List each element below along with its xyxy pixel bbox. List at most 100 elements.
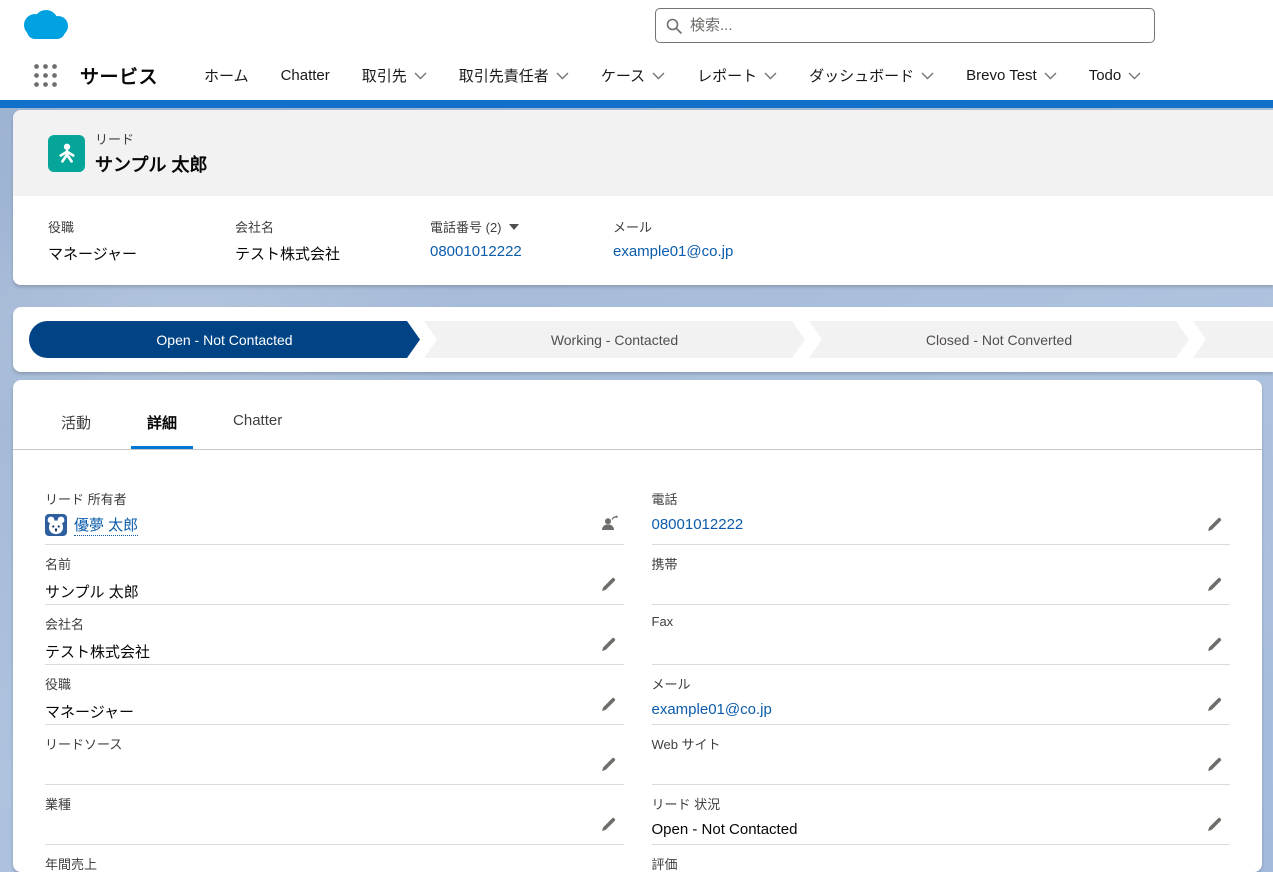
path-stage-working-contacted[interactable]: Working - Contacted	[424, 321, 805, 358]
edit-company-icon[interactable]	[601, 637, 616, 651]
path-stage-closed-not-converted[interactable]: Closed - Not Converted	[809, 321, 1189, 358]
highlight-label: 会社名	[235, 220, 275, 235]
field-label: リードソース	[45, 737, 123, 752]
edit-email-icon[interactable]	[1208, 697, 1222, 711]
change-owner-icon[interactable]	[600, 515, 618, 531]
field-email: メール example01@co.jp	[651, 665, 1230, 725]
field-label: 業種	[45, 797, 72, 812]
nav-tab-label: Chatter	[280, 66, 330, 84]
edit-lead-status-icon[interactable]	[1208, 817, 1222, 831]
record-name: サンプル 太郎	[95, 155, 208, 175]
tab-details[interactable]: 詳細	[131, 412, 194, 449]
field-mobile: 携帯	[651, 545, 1231, 605]
field-value	[652, 581, 1231, 601]
nav-tab-reports[interactable]: レポート	[697, 65, 777, 86]
edit-mobile-icon[interactable]	[1208, 577, 1222, 591]
record-header-card: リード サンプル 太郎 役職 マネージャー 会社名 テスト株式会社 電話番号 (…	[13, 110, 1273, 285]
field-label: 役職	[45, 677, 72, 692]
edit-title-icon[interactable]	[601, 697, 616, 711]
search-input[interactable]	[690, 17, 1144, 34]
edit-website-icon[interactable]	[1208, 757, 1222, 771]
field-phone: 電話 08001012222	[651, 480, 1230, 545]
highlight-label: 電話番号 (2)	[430, 220, 502, 235]
field-fax: Fax	[651, 605, 1231, 665]
field-value	[45, 821, 624, 841]
global-search[interactable]	[655, 8, 1155, 43]
nav-tab-home[interactable]: ホーム	[204, 65, 249, 86]
highlight-email: メール example01@co.jp	[613, 217, 749, 285]
field-label: Web サイト	[651, 737, 721, 752]
tab-activity[interactable]: 活動	[45, 412, 107, 449]
field-label: メール	[651, 677, 691, 692]
field-rating: 評価	[652, 845, 1231, 872]
highlight-company: 会社名 テスト株式会社	[235, 217, 430, 285]
email-link[interactable]: example01@co.jp	[613, 243, 733, 260]
field-industry: 業種	[45, 785, 624, 845]
nav-tab-label: レポート	[697, 67, 758, 85]
tab-chatter[interactable]: Chatter	[217, 412, 298, 449]
edit-lead-source-icon[interactable]	[601, 757, 616, 771]
app-name: サービス	[80, 66, 159, 88]
field-lead-status: リード 状況 Open - Not Contacted	[651, 785, 1230, 845]
phone-link[interactable]: 08001012222	[430, 243, 522, 260]
nav-tab-label: ケース	[600, 67, 646, 85]
edit-industry-icon[interactable]	[601, 817, 616, 831]
field-value	[45, 761, 624, 781]
nav-tabs: ホーム Chatter 取引先 取引先責任者 ケース レポート ダッシュボード …	[204, 65, 1141, 86]
details-form: リード 所有者 優夢 太郎 電話 08001012222 名前 サンプル 太郎 …	[13, 450, 1262, 872]
highlight-title: 役職 マネージャー	[48, 217, 235, 285]
edit-fax-icon[interactable]	[1208, 637, 1222, 651]
field-label: リード 所有者	[45, 492, 127, 507]
field-company: 会社名 テスト株式会社	[45, 605, 624, 665]
nav-divider-bar	[0, 100, 1273, 108]
nav-tab-dashboards[interactable]: ダッシュボード	[809, 65, 934, 86]
chevron-down-icon[interactable]	[1044, 72, 1057, 80]
path-stage-open-not-contacted[interactable]: Open - Not Contacted	[29, 321, 420, 358]
nav-tab-label: 取引先責任者	[458, 67, 549, 85]
chevron-down-icon[interactable]	[652, 72, 665, 80]
nav-tab-accounts[interactable]: 取引先	[362, 65, 427, 86]
email-value-link[interactable]: example01@co.jp	[652, 701, 772, 718]
nav-tab-contacts[interactable]: 取引先責任者	[459, 65, 569, 86]
field-label: 名前	[45, 557, 72, 572]
nav-tab-brevo-test[interactable]: Brevo Test	[966, 67, 1057, 84]
edit-phone-icon[interactable]	[1208, 517, 1222, 531]
field-name: 名前 サンプル 太郎	[45, 545, 624, 605]
chevron-down-icon[interactable]	[1128, 72, 1141, 80]
nav-tab-cases[interactable]: ケース	[601, 65, 665, 86]
sales-path-card: Open - Not Contacted Working - Contacted…	[13, 307, 1273, 372]
lead-object-icon	[48, 134, 85, 172]
nav-tab-label: 取引先	[361, 67, 407, 85]
phone-value-link[interactable]: 08001012222	[652, 516, 744, 533]
nav-tab-label: ホーム	[204, 67, 249, 85]
app-nav-bar: サービス ホーム Chatter 取引先 取引先責任者 ケース レポート ダッシ…	[0, 50, 1273, 100]
field-label: 評価	[651, 857, 678, 872]
field-label: 会社名	[45, 617, 85, 632]
record-header-top: リード サンプル 太郎	[13, 110, 1273, 196]
chevron-down-icon[interactable]	[764, 72, 777, 80]
field-label: 携帯	[651, 557, 678, 572]
highlight-phone: 電話番号 (2) 08001012222	[430, 217, 613, 285]
field-label: 電話	[651, 492, 678, 507]
field-value	[652, 637, 1231, 657]
field-label: 年間売上	[45, 857, 98, 872]
phone-dropdown-icon[interactable]	[508, 223, 519, 230]
nav-tab-todo[interactable]: Todo	[1089, 67, 1142, 84]
path-stage-next[interactable]	[1193, 321, 1273, 358]
edit-name-icon[interactable]	[601, 577, 616, 591]
global-header	[0, 0, 1273, 50]
app-launcher-icon[interactable]	[32, 62, 58, 88]
field-label: Fax	[651, 614, 674, 629]
chevron-down-icon[interactable]	[921, 72, 934, 80]
field-title: 役職 マネージャー	[45, 665, 624, 725]
field-value: Open - Not Contacted	[651, 821, 798, 838]
owner-link[interactable]: 優夢 太郎	[74, 514, 139, 536]
nav-tab-chatter[interactable]: Chatter	[281, 67, 330, 84]
chevron-down-icon[interactable]	[556, 72, 569, 80]
field-lead-source: リードソース	[45, 725, 624, 785]
field-lead-owner: リード 所有者 優夢 太郎	[45, 480, 624, 545]
highlight-label: 役職	[48, 220, 75, 235]
chevron-down-icon[interactable]	[414, 72, 427, 80]
owner-avatar	[45, 514, 67, 536]
field-label: リード 状況	[651, 797, 721, 812]
